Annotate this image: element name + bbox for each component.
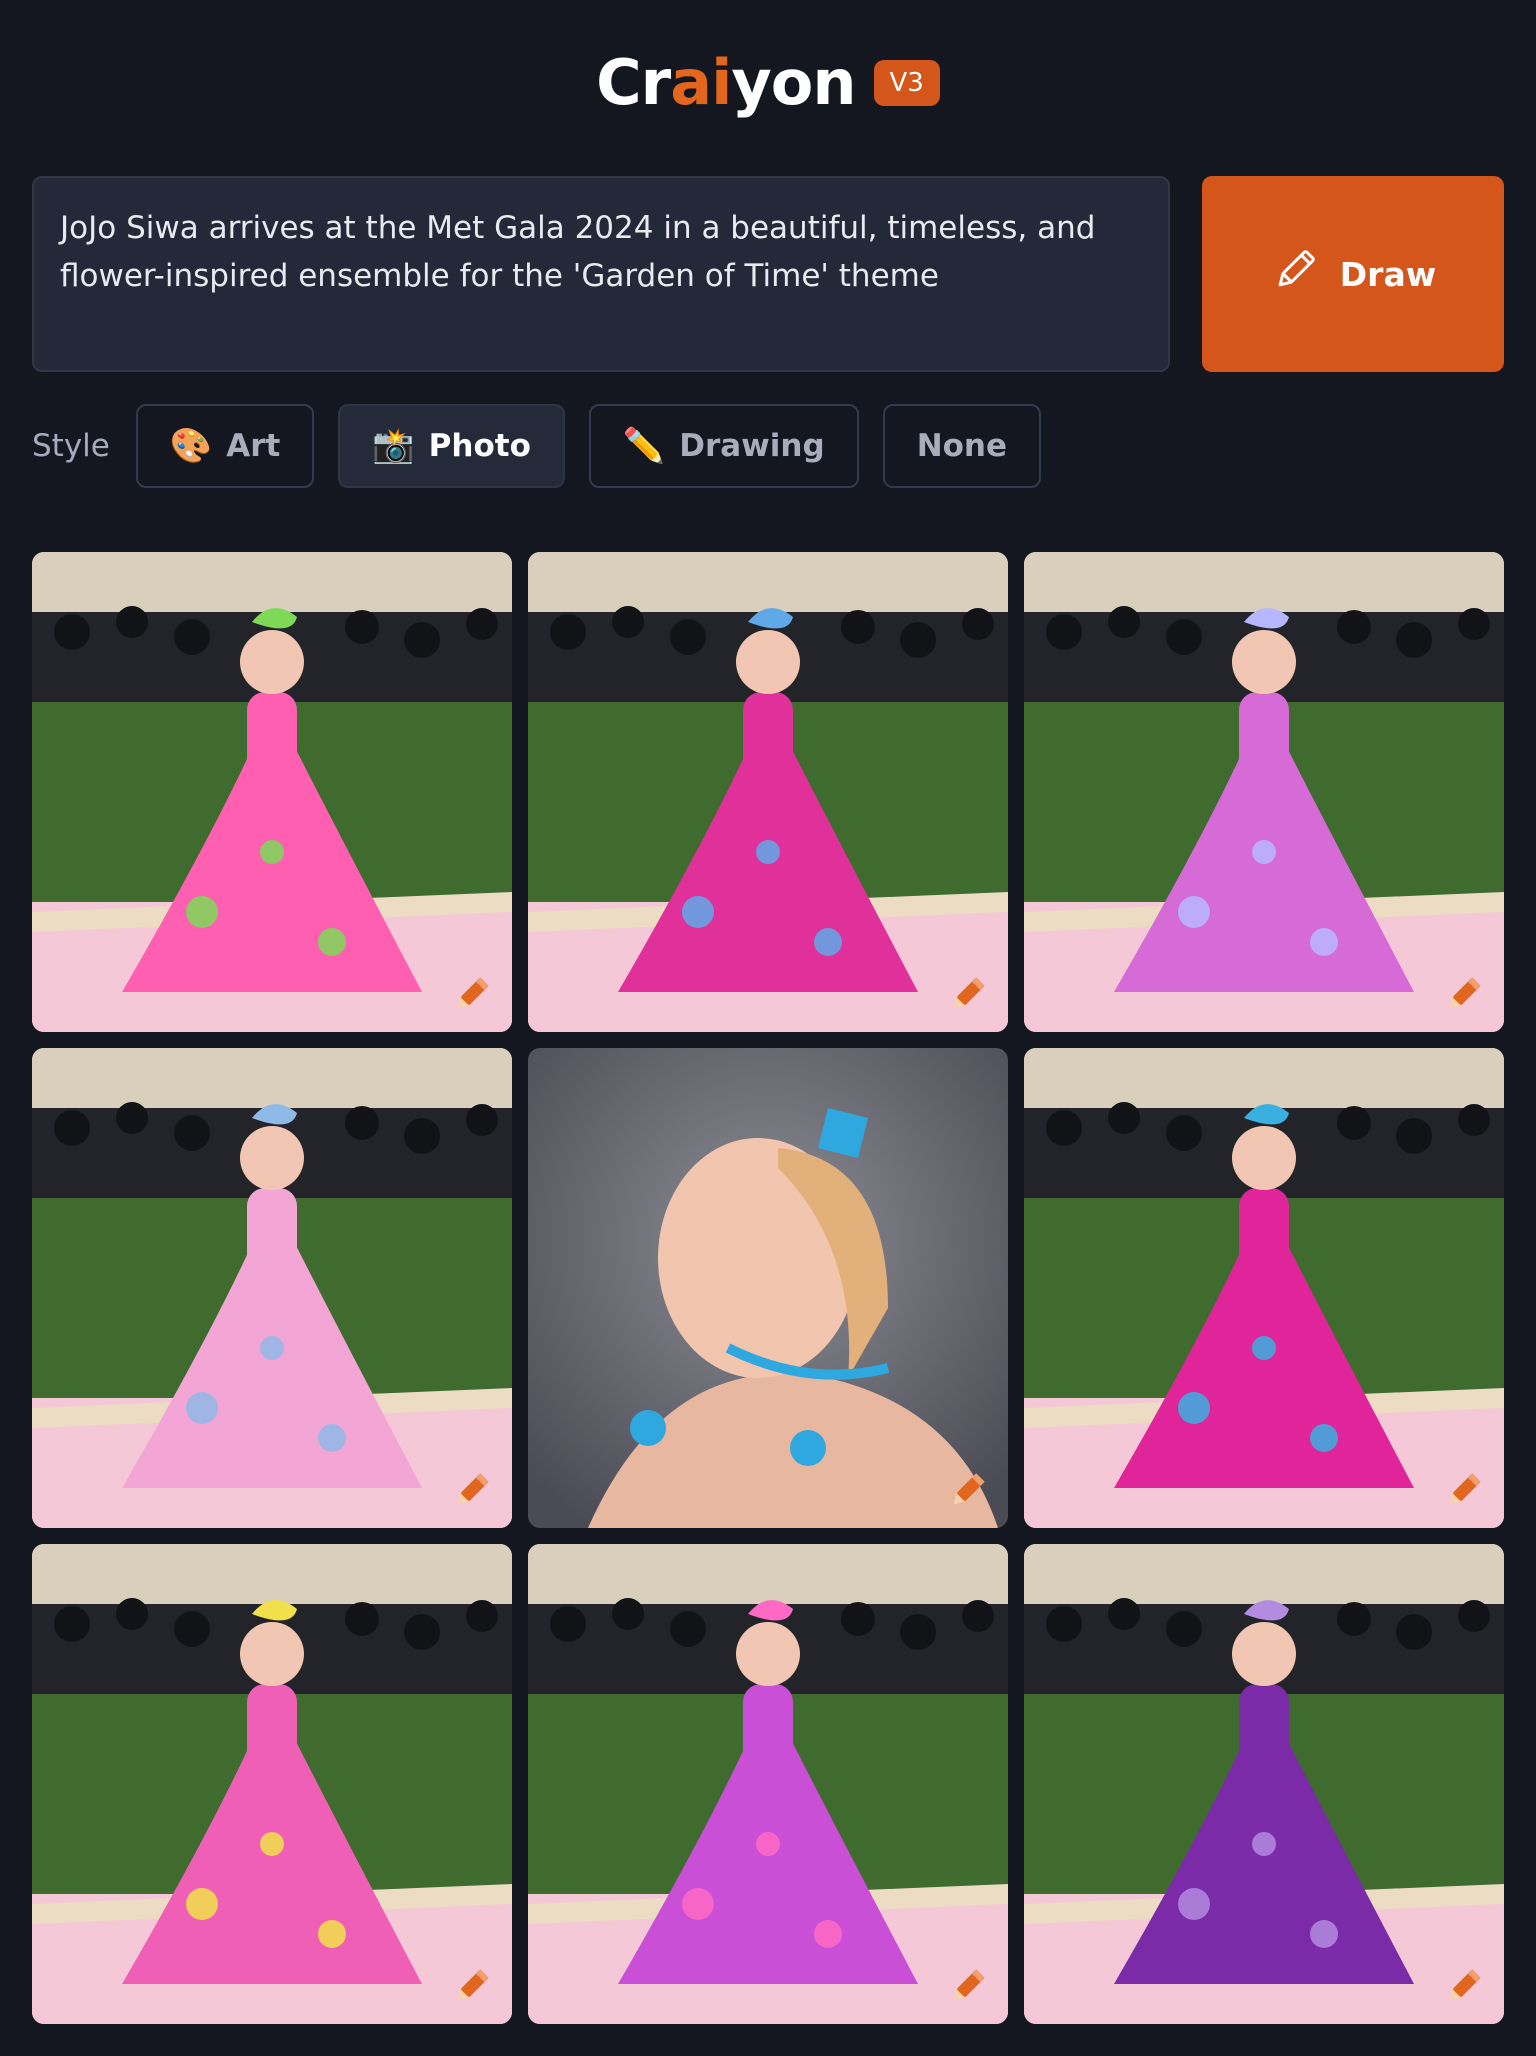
craiyon-pencil-icon	[448, 972, 494, 1018]
craiyon-pencil-icon	[448, 1964, 494, 2010]
craiyon-pencil-icon	[448, 1468, 494, 1514]
style-option-none[interactable]: None	[882, 404, 1042, 488]
craiyon-pencil-icon	[944, 1468, 990, 1514]
result-image-5[interactable]	[528, 1048, 1008, 1528]
craiyon-pencil-icon	[1440, 1468, 1486, 1514]
style-option-photo[interactable]: 📸 Photo	[338, 404, 565, 488]
craiyon-pencil-icon	[1440, 972, 1486, 1018]
craiyon-pencil-icon	[1440, 1964, 1486, 2010]
version-badge: V3	[873, 59, 940, 106]
result-image-1[interactable]	[32, 552, 512, 1032]
pencil-icon	[1270, 245, 1320, 303]
draw-button[interactable]: Draw	[1202, 176, 1504, 372]
style-option-drawing[interactable]: ✏️ Drawing	[588, 404, 859, 488]
result-image-3[interactable]	[1024, 552, 1504, 1032]
result-image-8[interactable]	[528, 1544, 1008, 2024]
result-image-6[interactable]	[1024, 1048, 1504, 1528]
palette-icon: 🎨	[169, 426, 213, 466]
style-option-art[interactable]: 🎨 Art	[135, 404, 315, 488]
prompt-input[interactable]: JoJo Siwa arrives at the Met Gala 2024 i…	[32, 176, 1170, 372]
prompt-row: JoJo Siwa arrives at the Met Gala 2024 i…	[32, 176, 1504, 372]
draw-button-label: Draw	[1339, 254, 1437, 294]
camera-flash-icon: 📸	[372, 426, 415, 466]
craiyon-pencil-icon	[944, 972, 990, 1018]
craiyon-logo[interactable]: Craiyon V3	[596, 46, 940, 119]
craiyon-pencil-icon	[944, 1964, 990, 2010]
result-image-2[interactable]	[528, 552, 1008, 1032]
result-image-9[interactable]	[1024, 1544, 1504, 2024]
pencil-icon: ✏️	[622, 426, 666, 466]
style-selector: Style 🎨 Art 📸 Photo ✏️ Drawing None	[32, 404, 1042, 488]
app-header: Craiyon V3	[0, 0, 1536, 165]
logo-wordmark: Craiyon	[596, 46, 856, 119]
result-image-4[interactable]	[32, 1048, 512, 1528]
result-image-7[interactable]	[32, 1544, 512, 2024]
results-grid	[32, 552, 1504, 2024]
style-label: Style	[32, 428, 110, 464]
